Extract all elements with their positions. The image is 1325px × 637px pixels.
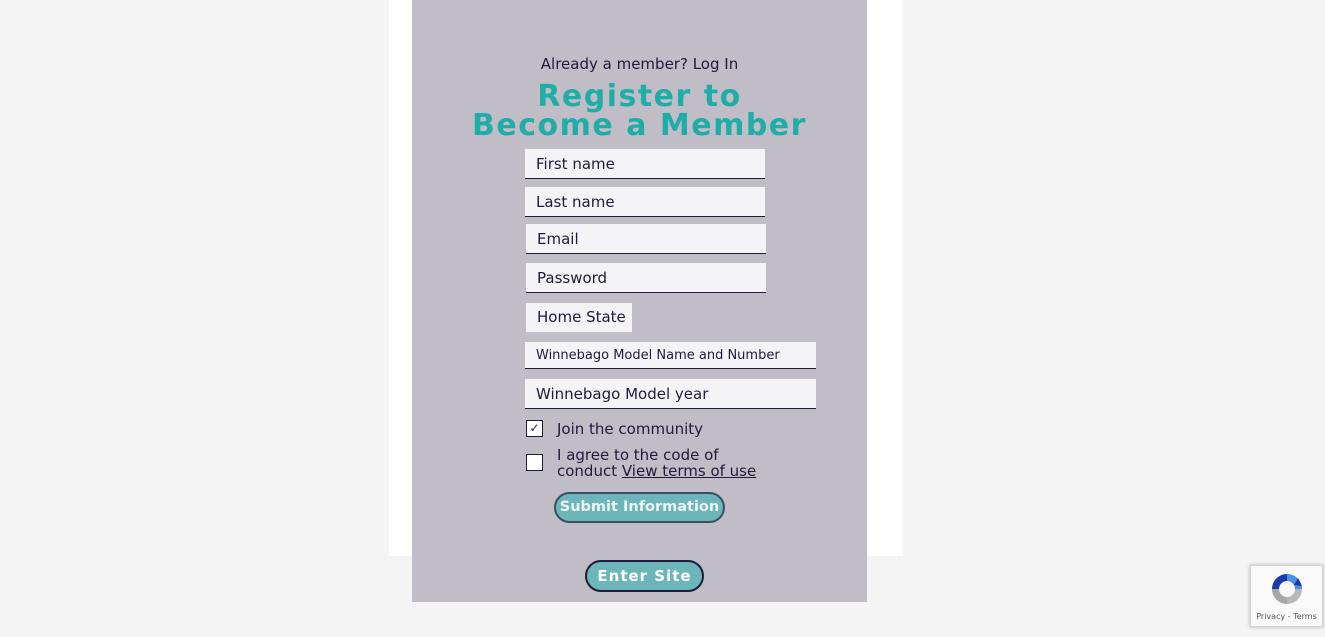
terms-of-use-link[interactable]: View terms of use bbox=[622, 462, 756, 480]
model-name-field[interactable] bbox=[525, 342, 816, 369]
email-field[interactable] bbox=[526, 224, 766, 254]
recaptcha-terms-link[interactable]: Terms bbox=[1293, 612, 1317, 621]
login-prompt-text: Already a member? bbox=[540, 55, 688, 73]
agree-conduct-checkbox[interactable] bbox=[526, 454, 543, 471]
recaptcha-separator: - bbox=[1287, 612, 1291, 621]
login-prompt: Already a member? Log In bbox=[412, 55, 867, 73]
first-name-field[interactable] bbox=[525, 149, 765, 179]
home-state-select[interactable]: Home State bbox=[526, 303, 632, 332]
recaptcha-links: Privacy - Terms bbox=[1251, 612, 1322, 621]
registration-card: Already a member? Log In Register to Bec… bbox=[412, 0, 867, 602]
submit-button[interactable]: Submit Information bbox=[554, 492, 725, 523]
password-field[interactable] bbox=[526, 263, 766, 293]
agree-conduct-label: I agree to the code of conduct View term… bbox=[557, 447, 777, 479]
recaptcha-icon bbox=[1272, 574, 1302, 604]
join-community-label: Join the community bbox=[557, 420, 704, 438]
login-link[interactable]: Log In bbox=[693, 55, 739, 73]
enter-site-button[interactable]: Enter Site bbox=[585, 560, 704, 592]
last-name-field[interactable] bbox=[525, 187, 765, 217]
recaptcha-privacy-link[interactable]: Privacy bbox=[1256, 612, 1285, 621]
model-year-field[interactable] bbox=[525, 379, 816, 409]
page-title: Register to Become a Member bbox=[472, 79, 807, 143]
join-community-checkbox[interactable]: ✓ bbox=[526, 420, 543, 437]
recaptcha-badge[interactable]: Privacy - Terms bbox=[1250, 565, 1323, 627]
